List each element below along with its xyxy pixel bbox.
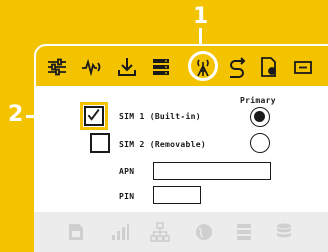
primary-column-header: Primary xyxy=(240,96,276,105)
window-icon[interactable] xyxy=(292,56,314,78)
bottom-toolbar xyxy=(34,212,328,252)
sim2-label: SIM 2 (Removable) xyxy=(119,140,206,149)
sliders-icon[interactable] xyxy=(46,56,68,78)
sim1-checkbox[interactable] xyxy=(80,102,108,130)
server-icon[interactable] xyxy=(150,56,172,78)
checkmark-icon xyxy=(87,109,100,121)
apn-input[interactable] xyxy=(153,162,271,180)
callout-number-1: 1 xyxy=(193,4,209,29)
database-icon[interactable] xyxy=(274,222,294,242)
sim2-primary-radio[interactable] xyxy=(250,133,270,153)
sim1-label: SIM 1 (Built-in) xyxy=(119,112,201,121)
download-icon[interactable] xyxy=(116,56,138,78)
sim2-checkbox[interactable] xyxy=(90,133,110,153)
settings-panel: Primary SIM 1 (Built-in) SIM 2 (Removabl… xyxy=(34,44,328,252)
sim1-primary-radio[interactable] xyxy=(250,107,270,127)
globe-icon[interactable] xyxy=(194,222,214,242)
active-icon-highlight xyxy=(188,51,218,81)
network-tree-icon[interactable] xyxy=(150,222,170,242)
route-icon[interactable] xyxy=(226,56,248,78)
apn-label: APN xyxy=(119,167,135,176)
signal-bars-icon[interactable] xyxy=(110,222,130,242)
pulse-icon[interactable] xyxy=(81,56,103,78)
sim-card-icon[interactable] xyxy=(66,222,86,242)
pin-label: PIN xyxy=(119,192,135,201)
callout-number-2: 2 xyxy=(8,102,24,127)
server-icon[interactable] xyxy=(234,222,254,242)
toolbar xyxy=(34,44,328,88)
document-gear-icon[interactable] xyxy=(258,56,280,78)
pin-input[interactable] xyxy=(153,186,201,204)
